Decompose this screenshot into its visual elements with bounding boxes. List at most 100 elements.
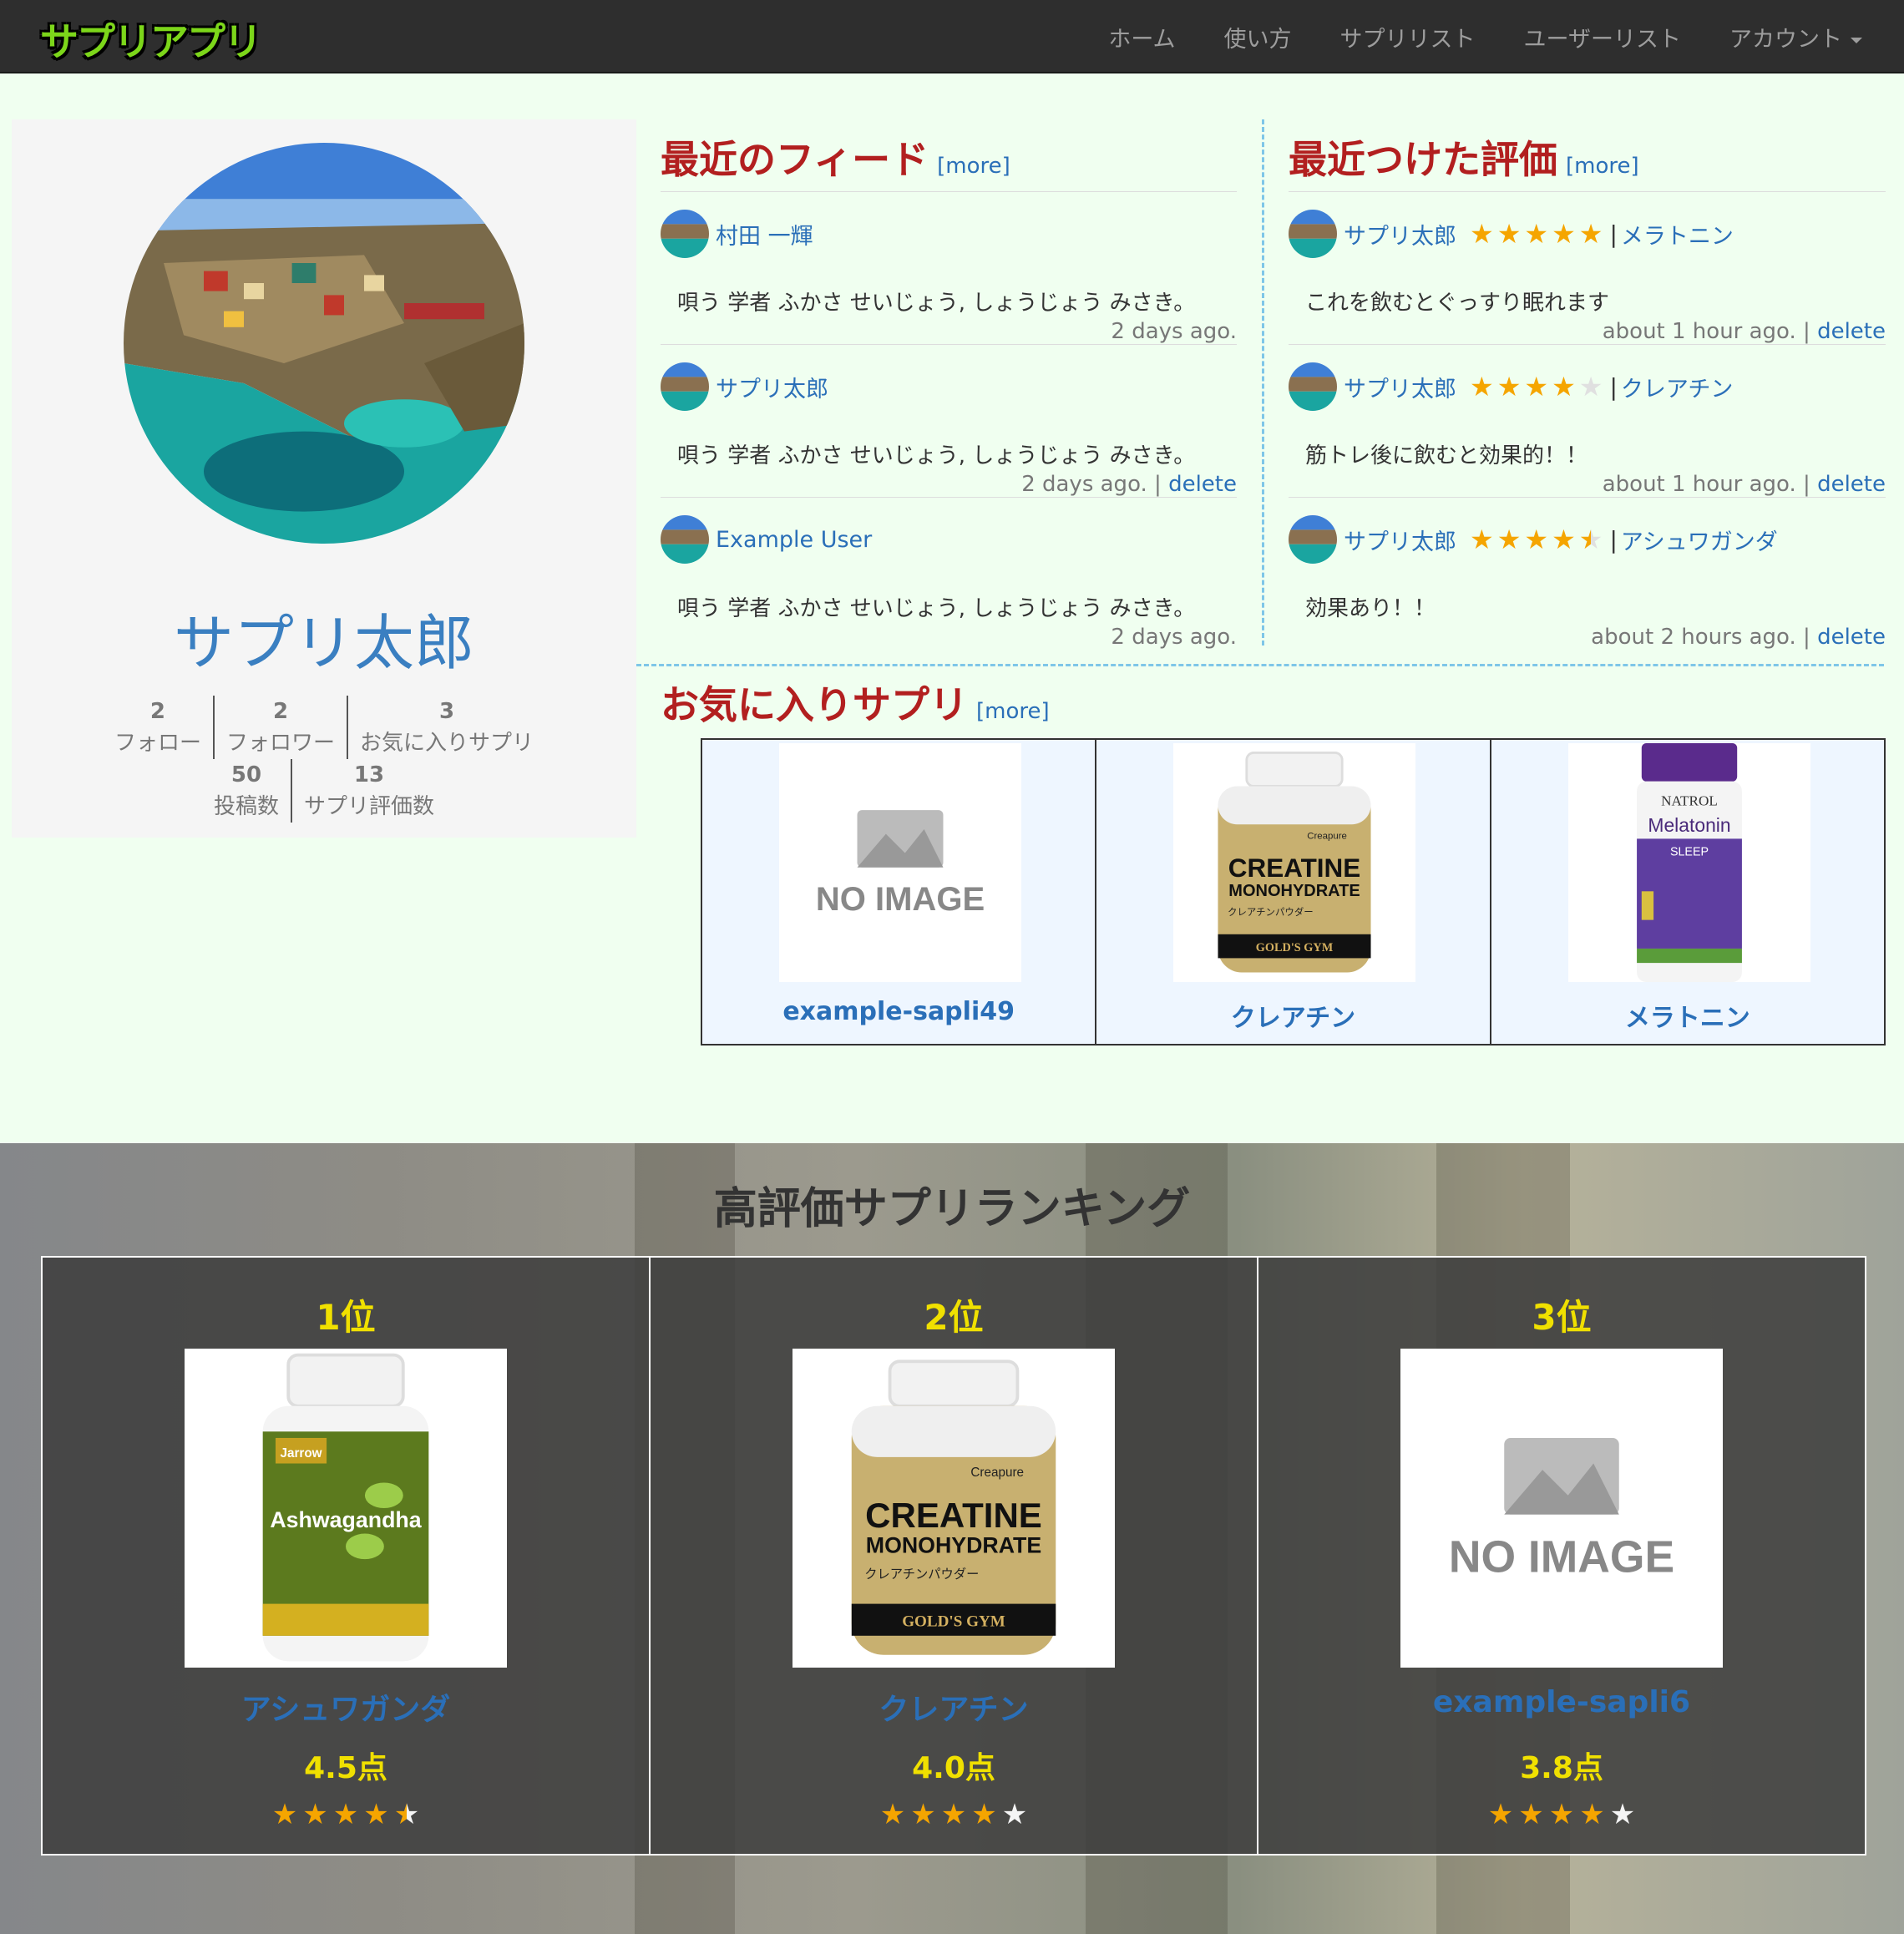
caret-down-icon [1851,37,1862,43]
stat-follower-count: 2 [272,699,289,724]
product-image[interactable]: NO IMAGE [779,743,1021,982]
star-icon: ★ [1496,218,1522,250]
review-user-link[interactable]: サプリ太郎 [1344,371,1456,403]
feed-timestamp: 2 days ago. | delete [1021,472,1237,497]
user-avatar[interactable] [661,515,709,564]
star-icon: ★ [1470,218,1494,250]
feed-title-text: 最近のフィード [661,137,929,182]
rank-score: 3.8点 [1520,1751,1603,1785]
star-icon: ★ [363,1798,389,1831]
favorite-name-link[interactable]: クレアチン [1096,997,1489,1034]
stat-follow-count: 2 [149,699,166,724]
stat-ratings[interactable]: 13 サプリ評価数 [291,759,446,823]
favorite-name-link[interactable]: メラトニン [1491,997,1884,1034]
delete-link[interactable]: delete [1817,625,1886,650]
nav-howto[interactable]: 使い方 [1224,21,1292,53]
stat-follower-label: フォロワー [225,731,335,756]
stat-posts[interactable]: 50 投稿数 [202,759,291,823]
review-timestamp: about 1 hour ago. | delete [1603,319,1886,344]
star-icon: ★ [271,1798,298,1831]
stat-follow[interactable]: 2 フォロー [103,696,213,759]
star-icon: ★ [879,1798,906,1831]
ranking-name-link[interactable]: クレアチン [651,1685,1257,1729]
review-sapli-link[interactable]: アシュワガンダ [1621,524,1778,556]
svg-text:MONOHYDRATE: MONOHYDRATE [866,1532,1041,1557]
ranking-name-link[interactable]: アシュワガンダ [43,1685,649,1729]
feed-title: 最近のフィード [more] [661,129,1010,185]
ranking-name-link[interactable]: example-sapli6 [1258,1685,1865,1719]
product-image[interactable]: NATROL Melatonin SLEEP [1567,743,1810,982]
reviews-title: 最近つけた評価 [more] [1289,129,1639,185]
rank-score: 4.5点 [304,1751,387,1785]
rating-stars: ★ ★ ★ ★ ★ [651,1800,1257,1829]
nav-account-dropdown[interactable]: アカウント [1729,21,1862,53]
stats-row-1: 2 フォロー 2 フォロワー 3 お気に入りサプリ [12,696,636,759]
reviews-more-link[interactable]: [more] [1566,154,1639,179]
feed-item-header: サプリ太郎 [661,362,828,412]
rank-position: 2位 [924,1297,984,1338]
nav-home[interactable]: ホーム [1108,21,1175,53]
stat-fav[interactable]: 3 お気に入りサプリ [347,696,545,759]
favorite-name-link[interactable]: example-sapli49 [702,997,1095,1026]
profile-avatar [124,143,524,544]
product-image[interactable]: Jarrow Ashwagandha [185,1349,507,1668]
product-image[interactable]: NO IMAGE [1400,1349,1723,1668]
feed-more-link[interactable]: [more] [937,154,1010,179]
review-content: これを飲むとぐっすり眠れます [1305,291,1610,316]
favorites-more-link[interactable]: [more] [976,699,1050,724]
star-icon: ★ [1524,218,1549,250]
star-icon: ★ [1552,371,1576,402]
user-avatar[interactable] [1289,515,1337,564]
timestamp-text: 2 days ago. [1111,319,1237,344]
user-avatar[interactable] [661,362,709,411]
favorite-item[interactable]: NATROL Melatonin SLEEP メラトニン [1489,740,1884,1044]
review-user-link[interactable]: サプリ太郎 [1344,218,1456,251]
coastal-village-image [124,143,524,544]
delete-link[interactable]: delete [1817,472,1886,497]
app-logo[interactable]: サプリアプリ [40,12,262,67]
svg-text:NO IMAGE: NO IMAGE [1449,1532,1674,1582]
product-image[interactable]: Creapure CREATINE MONOHYDRATE クレアチンパウダー GOLD… [1173,743,1416,982]
feed-content: 唄う 学者 ふかさ せいじょう, しょうじょう みさき。 [677,291,1196,316]
ranking-section: 高評価サプリランキング 1位 Jarrow Ashwagandha アシュワガンダ 4.… [0,1143,1904,1934]
stats-row-2: 50 投稿数 13 サプリ評価数 [12,759,636,823]
divider-horizontal [636,664,1884,666]
feed-user-link[interactable]: 村田 一輝 [716,218,813,251]
user-avatar[interactable] [1289,210,1337,258]
rank-position: 3位 [1532,1297,1592,1338]
favorites-title: お気に入りサプリ [more] [661,675,1050,730]
feed-user-link[interactable]: Example User [716,527,872,553]
timestamp-text: 2 days ago. [1111,625,1237,650]
profile-name[interactable]: サプリ太郎 [12,594,636,681]
review-user-link[interactable]: サプリ太郎 [1344,524,1456,556]
nav-user-list[interactable]: ユーザーリスト [1524,21,1681,53]
review-sapli-link[interactable]: メラトニン [1621,218,1734,251]
review-item: サプリ太郎 ★ ★ ★ ★ ★ | アシュワガンダ 効果あり！！ about 2 hours ag… [1289,497,1886,650]
favorite-item[interactable]: Creapure CREATINE MONOHYDRATE クレアチンパウダー GOLD… [1095,740,1490,1044]
rating-stars: ★ ★ ★ ★ ★ [1470,526,1603,553]
review-timestamp: about 2 hours ago. | delete [1591,625,1886,650]
star-icon: ★ [1579,1798,1605,1831]
delete-link[interactable]: delete [1817,319,1886,344]
nav-sapli-list[interactable]: サプリリスト [1340,21,1476,53]
delete-link[interactable]: delete [1168,472,1237,497]
svg-text:MONOHYDRATE: MONOHYDRATE [1229,882,1360,900]
timestamp-text: about 1 hour ago. | [1602,472,1810,497]
feed-user-link[interactable]: サプリ太郎 [716,371,828,403]
review-item-header: サプリ太郎 ★ ★ ★ ★ ★ | メラトニン [1289,209,1734,259]
star-icon: ★ [1552,218,1576,250]
feed-timestamp: 2 days ago. [1111,625,1237,650]
star-icon: ★ [1524,371,1549,402]
user-avatar[interactable] [1289,362,1337,411]
svg-text:クレアチンパウダー: クレアチンパウダー [864,1567,979,1582]
stat-posts-label: 投稿数 [213,794,279,819]
separator: | [1609,372,1618,401]
product-image[interactable]: Creapure CREATINE MONOHYDRATE クレアチンパウダー GOLD… [792,1349,1115,1668]
star-icon: ★ [1496,524,1522,555]
svg-text:Ashwagandha: Ashwagandha [270,1507,422,1532]
svg-text:Creapure: Creapure [1308,831,1348,841]
user-avatar[interactable] [661,210,709,258]
review-sapli-link[interactable]: クレアチン [1621,371,1733,403]
stat-follower[interactable]: 2 フォロワー [212,696,347,759]
favorite-item[interactable]: NO IMAGE example-sapli49 [702,740,1096,1044]
